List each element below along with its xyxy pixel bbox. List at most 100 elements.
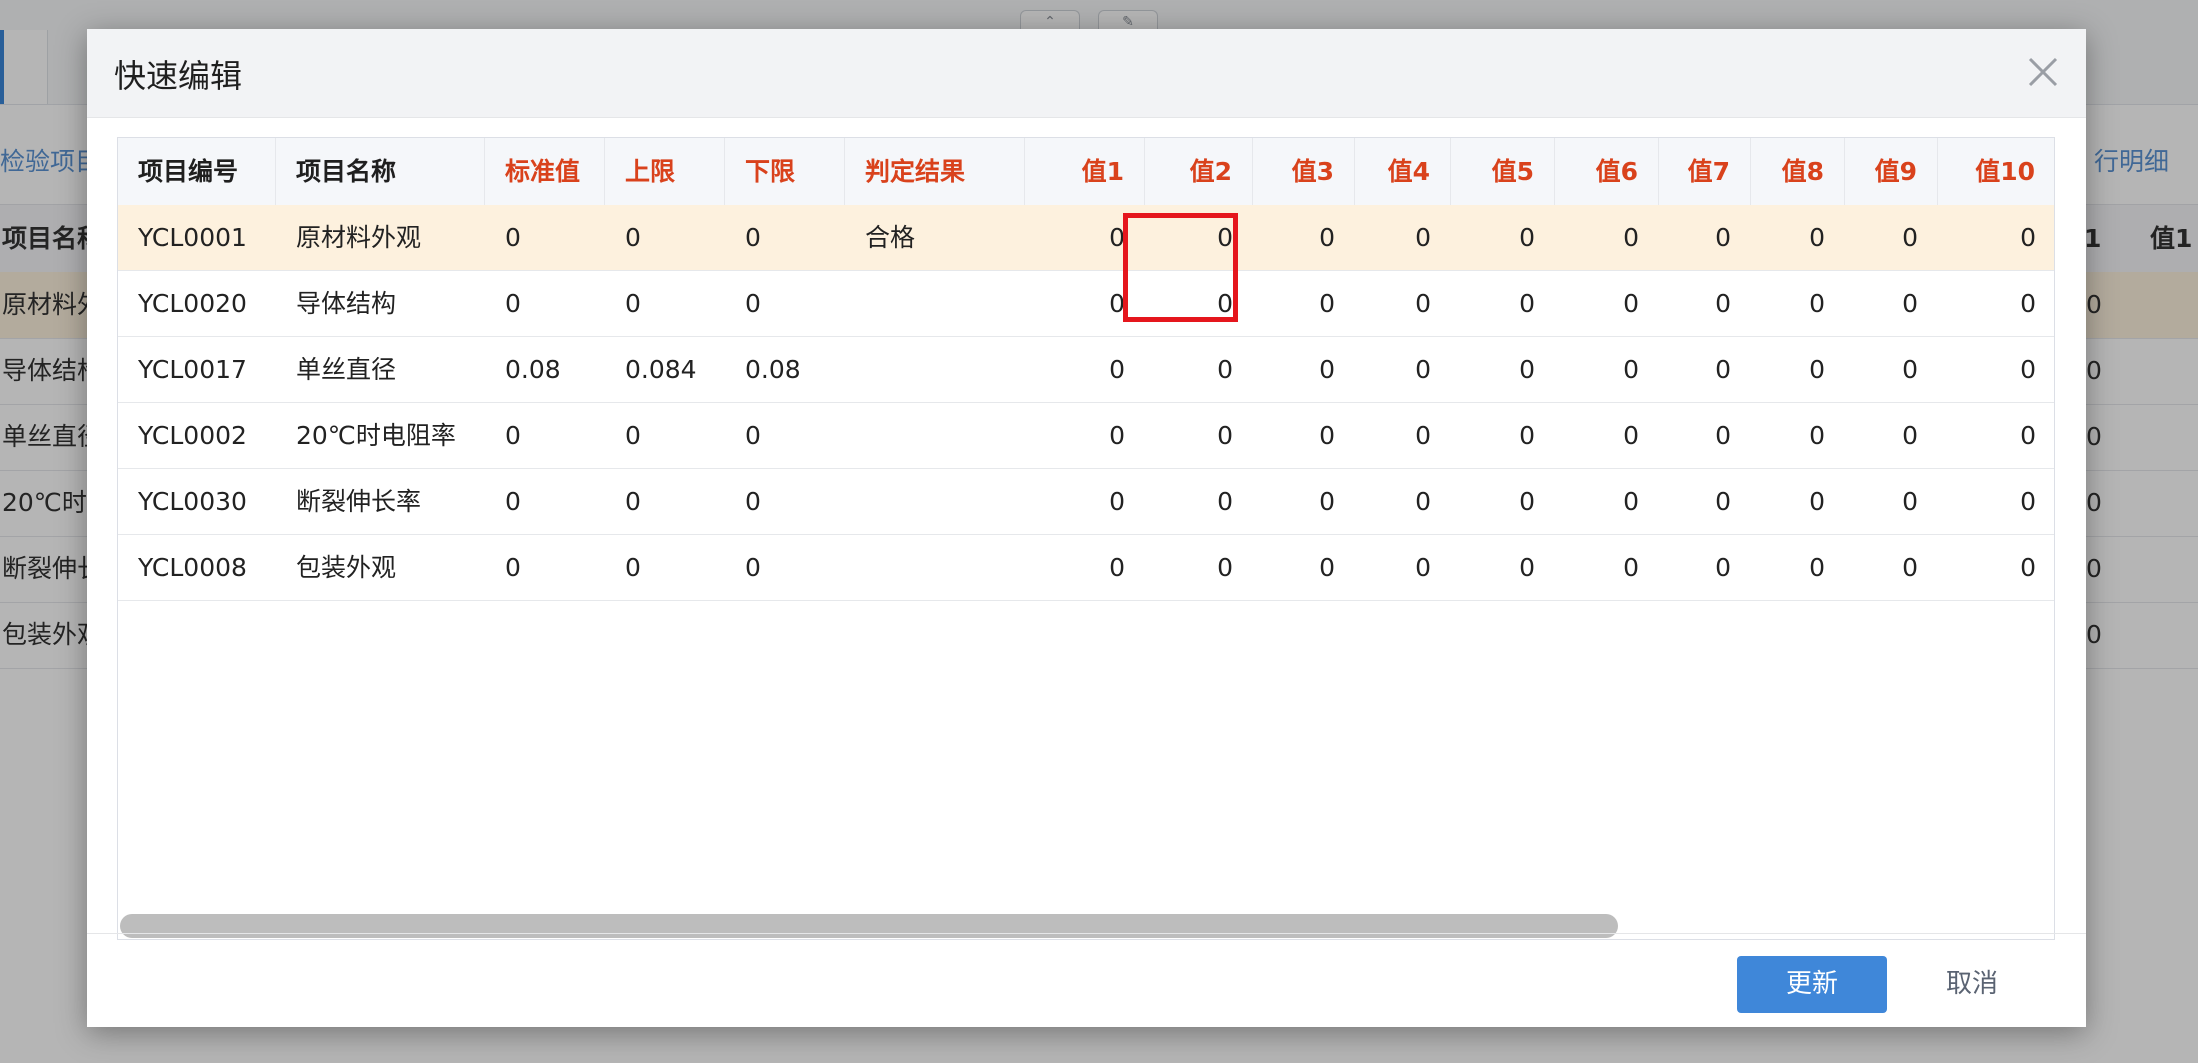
- table-row[interactable]: YCL0020 导体结构 0 0 0 0 0 0 0 0 0 0 0 0 0: [118, 271, 2054, 337]
- table-cell[interactable]: 0: [1025, 403, 1145, 468]
- table-cell[interactable]: 0: [485, 271, 605, 336]
- table-cell[interactable]: 0: [1145, 337, 1253, 402]
- table-cell[interactable]: YCL0001: [118, 205, 276, 270]
- table-cell[interactable]: [845, 271, 1025, 336]
- table-cell[interactable]: 0.08: [485, 337, 605, 402]
- table-cell[interactable]: 0: [1025, 469, 1145, 534]
- table-cell[interactable]: 0: [1253, 469, 1355, 534]
- table-cell[interactable]: 0: [1555, 337, 1659, 402]
- table-cell[interactable]: 0: [605, 271, 725, 336]
- table-cell[interactable]: 0: [1938, 205, 2054, 270]
- table-cell[interactable]: 0: [1659, 337, 1751, 402]
- table-cell[interactable]: 0: [1938, 469, 2054, 534]
- table-cell[interactable]: 0: [1659, 403, 1751, 468]
- table-cell[interactable]: 0: [1451, 469, 1555, 534]
- table-cell[interactable]: 0: [1555, 271, 1659, 336]
- table-row[interactable]: YCL0002 20℃时电阻率 0 0 0 0 0 0 0 0 0 0 0 0 0: [118, 403, 2054, 469]
- table-cell[interactable]: 0: [485, 205, 605, 270]
- table-cell[interactable]: 0: [1253, 205, 1355, 270]
- column-header[interactable]: 值1: [1025, 138, 1145, 205]
- table-cell[interactable]: 0: [1751, 337, 1845, 402]
- table-cell[interactable]: 0: [1555, 535, 1659, 600]
- table-cell[interactable]: 0: [1845, 535, 1938, 600]
- table-row[interactable]: YCL0001 原材料外观 0 0 0 合格 0 0 0 0 0 0 0 0 0 0: [118, 205, 2054, 271]
- column-header[interactable]: 上限: [605, 138, 725, 205]
- table-cell[interactable]: 0: [725, 205, 845, 270]
- update-button[interactable]: 更新: [1737, 956, 1887, 1013]
- table-cell[interactable]: 0: [1355, 205, 1451, 270]
- table-cell[interactable]: 0: [725, 535, 845, 600]
- table-cell[interactable]: 0: [485, 403, 605, 468]
- table-cell[interactable]: 导体结构: [276, 271, 485, 336]
- table-cell[interactable]: 0: [1451, 535, 1555, 600]
- table-cell[interactable]: 0: [1659, 271, 1751, 336]
- table-cell[interactable]: 0: [485, 469, 605, 534]
- table-cell[interactable]: 0: [605, 469, 725, 534]
- column-header[interactable]: 标准值: [485, 138, 605, 205]
- column-header[interactable]: 值4: [1355, 138, 1451, 205]
- column-header[interactable]: 值3: [1253, 138, 1355, 205]
- table-cell[interactable]: 0: [1451, 403, 1555, 468]
- table-row[interactable]: YCL0017 单丝直径 0.08 0.084 0.08 0 0 0 0 0 0 0 0 0 0: [118, 337, 2054, 403]
- table-cell[interactable]: 0: [605, 205, 725, 270]
- table-cell[interactable]: 合格: [845, 205, 1025, 270]
- column-header[interactable]: 下限: [725, 138, 845, 205]
- table-cell[interactable]: 0: [1451, 337, 1555, 402]
- table-cell[interactable]: 0: [1845, 271, 1938, 336]
- table-cell[interactable]: 0: [1253, 337, 1355, 402]
- table-cell[interactable]: 0: [1355, 535, 1451, 600]
- table-cell[interactable]: 0: [1751, 469, 1845, 534]
- table-cell[interactable]: 0: [1938, 535, 2054, 600]
- table-cell[interactable]: 0: [1253, 271, 1355, 336]
- table-cell[interactable]: 0: [1555, 403, 1659, 468]
- table-cell[interactable]: 0: [1451, 271, 1555, 336]
- table-cell[interactable]: 0: [1145, 469, 1253, 534]
- table-cell[interactable]: YCL0030: [118, 469, 276, 534]
- table-cell[interactable]: 0: [1025, 337, 1145, 402]
- column-header[interactable]: 值5: [1451, 138, 1555, 205]
- table-cell[interactable]: 断裂伸长率: [276, 469, 485, 534]
- table-cell[interactable]: 0: [1025, 535, 1145, 600]
- table-cell[interactable]: 0: [725, 469, 845, 534]
- column-header[interactable]: 值6: [1555, 138, 1659, 205]
- table-cell[interactable]: 0: [1145, 403, 1253, 468]
- table-cell[interactable]: 0: [1451, 205, 1555, 270]
- table-cell[interactable]: 0: [1751, 271, 1845, 336]
- close-button[interactable]: [2022, 51, 2064, 93]
- table-cell[interactable]: 0.084: [605, 337, 725, 402]
- table-cell[interactable]: 0: [725, 271, 845, 336]
- table-cell[interactable]: 0: [1845, 469, 1938, 534]
- column-header[interactable]: 值9: [1845, 138, 1938, 205]
- table-cell[interactable]: 0: [1659, 469, 1751, 534]
- column-header[interactable]: 值10: [1938, 138, 2054, 205]
- table-cell[interactable]: 20℃时电阻率: [276, 403, 485, 468]
- column-header[interactable]: 值8: [1751, 138, 1845, 205]
- table-cell[interactable]: [845, 403, 1025, 468]
- table-cell[interactable]: 0: [1659, 205, 1751, 270]
- table-cell[interactable]: 0: [1555, 205, 1659, 270]
- table-cell[interactable]: YCL0020: [118, 271, 276, 336]
- column-header[interactable]: 项目名称: [276, 138, 485, 205]
- table-row[interactable]: YCL0008 包装外观 0 0 0 0 0 0 0 0 0 0 0 0 0: [118, 535, 2054, 601]
- table-cell[interactable]: 0: [1355, 469, 1451, 534]
- table-cell[interactable]: 0: [1938, 337, 2054, 402]
- table-cell[interactable]: 0: [1845, 205, 1938, 270]
- table-cell[interactable]: 0: [1751, 205, 1845, 270]
- table-cell[interactable]: 0: [605, 535, 725, 600]
- table-cell[interactable]: [845, 337, 1025, 402]
- table-cell[interactable]: 0: [1751, 535, 1845, 600]
- column-header[interactable]: 值7: [1659, 138, 1751, 205]
- table-cell[interactable]: 0: [1555, 469, 1659, 534]
- table-cell[interactable]: 0: [1355, 271, 1451, 336]
- table-row[interactable]: YCL0030 断裂伸长率 0 0 0 0 0 0 0 0 0 0 0 0 0: [118, 469, 2054, 535]
- table-cell[interactable]: 0: [1938, 403, 2054, 468]
- table-cell[interactable]: YCL0017: [118, 337, 276, 402]
- table-cell[interactable]: YCL0008: [118, 535, 276, 600]
- table-cell[interactable]: 原材料外观: [276, 205, 485, 270]
- table-cell[interactable]: 包装外观: [276, 535, 485, 600]
- table-cell[interactable]: 0: [1355, 337, 1451, 402]
- table-cell[interactable]: 0: [1938, 271, 2054, 336]
- table-cell[interactable]: 0: [1845, 403, 1938, 468]
- table-cell[interactable]: 0: [1751, 403, 1845, 468]
- table-cell[interactable]: 0: [1253, 403, 1355, 468]
